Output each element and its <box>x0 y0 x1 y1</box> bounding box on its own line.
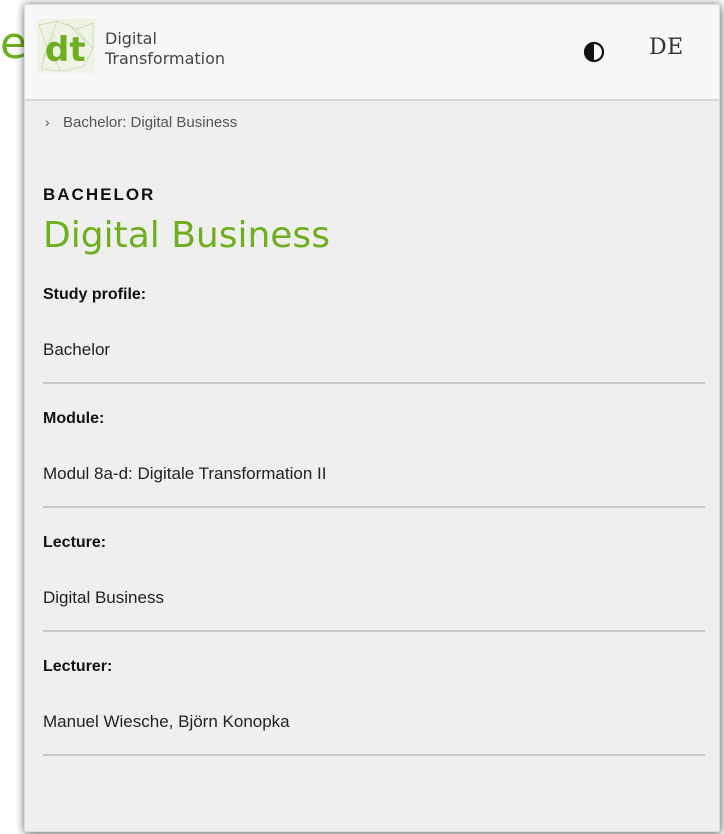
site-logo[interactable]: dt <box>37 19 95 73</box>
detail-label: Module: <box>43 410 105 427</box>
language-switch-button[interactable]: DE <box>649 35 684 60</box>
program-type: BACHELOR <box>43 185 156 204</box>
detail-study-profile: Study profile: Bachelor <box>43 256 705 384</box>
detail-value: Digital Business <box>43 588 164 607</box>
site-header: dt Digital Transformation DE <box>25 5 719 101</box>
brand-line-1: Digital <box>105 29 157 48</box>
logo-graphic: dt <box>38 20 94 72</box>
detail-lecture: Lecture: Digital Business <box>43 508 705 632</box>
detail-label: Study profile: <box>43 286 147 303</box>
detail-module: Module: Modul 8a-d: Digitale Transformat… <box>43 384 705 508</box>
detail-value: Manuel Wiesche, Björn Konopka <box>43 712 290 731</box>
contrast-toggle-button[interactable] <box>583 41 605 63</box>
logo-letters: dt <box>45 30 86 70</box>
detail-value: Modul 8a-d: Digitale Transformation II <box>43 464 327 483</box>
detail-label: Lecture: <box>43 534 107 551</box>
brand-name[interactable]: Digital Transformation <box>105 29 225 69</box>
detail-value: Bachelor <box>43 340 111 359</box>
breadcrumb-item-current[interactable]: Bachelor: Digital Business <box>63 114 237 131</box>
contrast-icon <box>583 41 605 63</box>
breadcrumb: › Bachelor: Digital Business <box>43 111 705 133</box>
chevron-right-icon: › <box>45 114 50 130</box>
detail-label: Lecturer: <box>43 658 113 675</box>
browser-viewport: dt Digital Transformation DE › Bachelor:… <box>24 4 720 832</box>
detail-lecturer: Lecturer: Manuel Wiesche, Björn Konopka <box>43 632 705 756</box>
main-content: › Bachelor: Digital Business BACHELOR Di… <box>43 99 705 756</box>
page-title: Digital Business <box>43 215 330 256</box>
brand-line-2: Transformation <box>105 49 226 68</box>
